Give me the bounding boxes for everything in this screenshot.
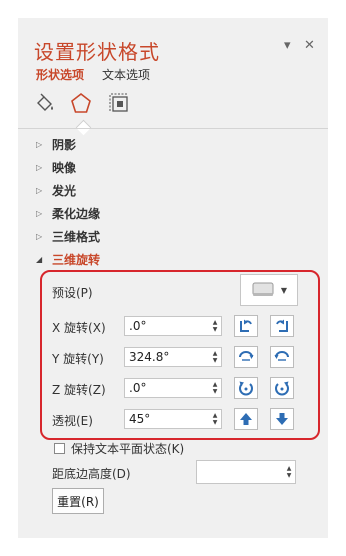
- z-rotation-label: Z 旋转(Z): [52, 383, 106, 397]
- effects-pentagon-icon[interactable]: [68, 90, 94, 116]
- x-rotation-value[interactable]: .0°: [125, 319, 209, 333]
- rotate-clockwise-icon: [275, 381, 289, 396]
- x-rotate-left-button[interactable]: [234, 315, 258, 337]
- pane-options-dropdown[interactable]: ▾: [284, 38, 291, 53]
- section-label: 三维旋转: [52, 253, 101, 267]
- rotate-down-icon: [274, 351, 289, 361]
- x-rotation-label: X 旋转(X): [52, 321, 106, 335]
- section-reflection[interactable]: ▷ 映像: [36, 159, 76, 176]
- preset-label: 预设(P): [52, 286, 93, 300]
- perspective-spinner[interactable]: 45° ▲ ▼: [124, 409, 222, 429]
- section-soft-edges[interactable]: ▷ 柔化边缘: [36, 205, 100, 222]
- spin-arrows-icon[interactable]: ▲ ▼: [209, 381, 221, 395]
- section-3d-format[interactable]: ▷ 三维格式: [36, 228, 100, 245]
- reset-button[interactable]: 重置(R): [52, 488, 104, 514]
- expand-arrow-icon: ▷: [36, 163, 43, 172]
- rotate-left-icon: [240, 319, 252, 332]
- y-rotation-spinner[interactable]: 324.8° ▲ ▼: [124, 347, 222, 367]
- section-label: 发光: [52, 184, 77, 198]
- section-glow[interactable]: ▷ 发光: [36, 182, 76, 199]
- section-label: 柔化边缘: [52, 207, 101, 221]
- z-rotation-value[interactable]: .0°: [125, 381, 209, 395]
- perspective-label: 透视(E): [52, 414, 93, 428]
- narrow-view-button[interactable]: [234, 408, 258, 430]
- fill-line-icon[interactable]: [32, 90, 58, 116]
- x-rotation-spinner[interactable]: .0° ▲ ▼: [124, 316, 222, 336]
- rotate-up-icon: [239, 351, 254, 361]
- z-rotate-clockwise-button[interactable]: [270, 377, 294, 399]
- spin-arrows-icon[interactable]: ▲ ▼: [283, 465, 295, 479]
- narrow-view-icon: [240, 413, 252, 425]
- rotate-counterclockwise-icon: [239, 381, 253, 396]
- rotate-right-icon: [276, 319, 288, 332]
- section-label: 三维格式: [52, 230, 101, 244]
- y-rotation-value[interactable]: 324.8°: [125, 350, 209, 364]
- expand-arrow-icon: ▷: [36, 140, 43, 149]
- keep-text-flat-checkbox[interactable]: 保持文本平面状态(K): [54, 440, 184, 457]
- expand-arrow-icon: ▷: [36, 186, 43, 195]
- expand-arrow-icon: ▷: [36, 209, 43, 218]
- format-shape-pane: 设置形状格式 ▾ ✕ 形状选项 文本选项 ▷ 阴影 ▷ 映像 ▷ 发光 ▷ 柔化…: [18, 18, 328, 538]
- z-rotation-spinner[interactable]: .0° ▲ ▼: [124, 378, 222, 398]
- collapse-arrow-icon: ◢: [36, 255, 43, 264]
- perspective-value[interactable]: 45°: [125, 412, 209, 426]
- size-properties-icon[interactable]: [106, 90, 132, 116]
- close-pane-button[interactable]: ✕: [304, 38, 315, 53]
- pane-title: 设置形状格式: [34, 40, 160, 64]
- y-rotate-up-button[interactable]: [234, 346, 258, 368]
- widen-view-button[interactable]: [270, 408, 294, 430]
- preset-dropdown[interactable]: ▼: [240, 274, 298, 306]
- distance-from-ground-label: 距底边高度(D): [52, 467, 131, 481]
- widen-view-icon: [276, 413, 288, 425]
- distance-from-ground-spinner[interactable]: ▲ ▼: [196, 460, 296, 484]
- spin-arrows-icon[interactable]: ▲ ▼: [209, 350, 221, 364]
- x-rotate-right-button[interactable]: [270, 315, 294, 337]
- y-rotation-label: Y 旋转(Y): [52, 352, 104, 366]
- header-divider: [18, 128, 328, 129]
- section-label: 阴影: [52, 138, 77, 152]
- tab-text-options[interactable]: 文本选项: [102, 66, 150, 83]
- chevron-down-icon: ▼: [280, 285, 288, 295]
- expand-arrow-icon: ▷: [36, 232, 43, 241]
- tab-shape-options[interactable]: 形状选项: [36, 66, 84, 83]
- spin-arrows-icon[interactable]: ▲ ▼: [209, 319, 221, 333]
- z-rotate-counterclockwise-button[interactable]: [234, 377, 258, 399]
- preset-thumbnail-icon: [252, 282, 274, 296]
- keep-text-flat-label: 保持文本平面状态(K): [71, 442, 185, 456]
- y-rotate-down-button[interactable]: [270, 346, 294, 368]
- section-shadow[interactable]: ▷ 阴影: [36, 136, 76, 153]
- section-label: 映像: [52, 161, 77, 175]
- spin-arrows-icon[interactable]: ▲ ▼: [209, 412, 221, 426]
- checkbox-box[interactable]: [54, 443, 65, 454]
- section-3d-rotation[interactable]: ◢ 三维旋转: [36, 251, 100, 268]
